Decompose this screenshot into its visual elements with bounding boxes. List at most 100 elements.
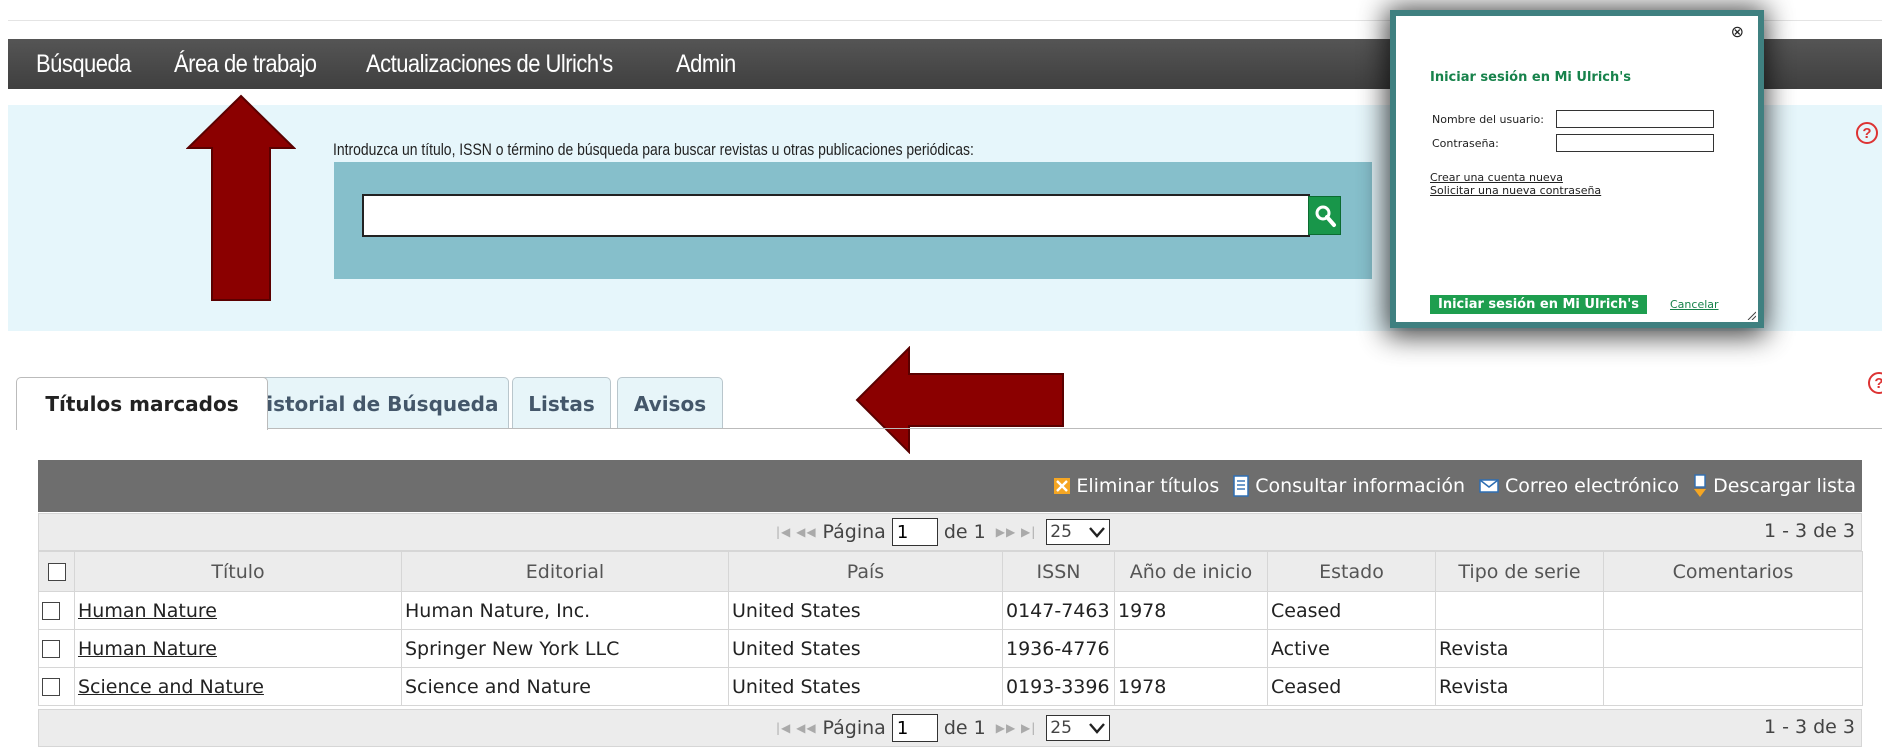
chevron-down-icon [1089,527,1106,538]
results-count: 1 - 3 de 3 [1763,716,1855,738]
login-submit-button[interactable]: Iniciar sesión en Mi Ulrich's [1430,295,1647,314]
help-icon[interactable]: ? [1856,122,1878,144]
nav-item-busqueda[interactable]: Búsqueda [36,50,131,79]
select-all-checkbox[interactable] [47,563,66,581]
publisher-cell: Human Nature, Inc. [401,591,729,630]
row-checkbox[interactable] [42,640,60,658]
column-header-titulo[interactable]: Título [74,551,402,592]
delete-icon [1054,477,1071,495]
username-field[interactable] [1556,110,1714,128]
create-account-link[interactable]: Crear una cuenta nueva [1430,171,1563,184]
column-header-ano-de-inicio[interactable]: Año de inicio [1114,551,1268,592]
per-page-select[interactable]: 25 [1046,715,1111,741]
page-input[interactable] [891,518,938,546]
title-link[interactable]: Science and Nature [78,676,264,698]
comments-cell [1603,629,1863,668]
last-page-icon[interactable]: ▶▶ ▶| [996,525,1037,539]
column-header-tipo-de-serie[interactable]: Tipo de serie [1435,551,1604,592]
delete-titles-button[interactable]: Eliminar títulos [1054,475,1219,497]
pager-bottom: |◀ ◀◀ Página de 1 ▶▶ ▶| 25 1 - 3 de 3 [38,709,1862,747]
search-icon [1315,205,1336,227]
download-list-button[interactable]: Descargar lista [1693,474,1856,498]
start-year-cell: 1978 [1114,667,1268,706]
series-type-cell [1435,591,1604,630]
nav-item-area-de-trabajo[interactable]: Área de trabajo [174,50,317,79]
issn-cell: 1936-4776 [1002,629,1115,668]
envelope-icon [1479,478,1499,494]
tabs-underline [16,428,1882,429]
download-list-label: Descargar lista [1713,475,1856,497]
comments-cell [1603,667,1863,706]
column-header-editorial[interactable]: Editorial [401,551,729,592]
password-field[interactable] [1556,134,1714,152]
comments-cell [1603,591,1863,630]
table-row: Science and Nature Science and Nature Un… [38,667,1863,706]
country-cell: United States [728,667,1003,706]
row-select-cell [38,591,75,630]
email-label: Correo electrónico [1505,475,1680,497]
column-header-issn[interactable]: ISSN [1002,551,1115,592]
close-icon[interactable]: ⊗ [1731,22,1744,41]
tab-avisos[interactable]: Avisos [617,377,723,429]
title-link[interactable]: Human Nature [78,638,217,660]
password-row: Contraseña: [1432,134,1714,152]
delete-titles-label: Eliminar títulos [1076,475,1220,497]
table-row: Human Nature Human Nature, Inc. United S… [38,591,1863,630]
last-page-icon[interactable]: ▶▶ ▶| [996,721,1037,735]
page-input[interactable] [891,714,938,742]
row-select-cell [38,629,75,668]
select-all-cell [38,551,75,592]
publisher-cell: Springer New York LLC [401,629,729,668]
pager-top: |◀ ◀◀ Página de 1 ▶▶ ▶| 25 1 - 3 de 3 [38,513,1862,551]
search-button[interactable] [1308,196,1341,235]
resize-handle-icon[interactable] [1746,310,1756,320]
per-page-select[interactable]: 25 [1046,519,1111,545]
row-select-cell [38,667,75,706]
status-cell: Active [1267,629,1436,668]
help-icon-tabs[interactable]: ? [1868,372,1882,394]
email-button[interactable]: Correo electrónico [1479,475,1679,497]
status-cell: Ceased [1267,591,1436,630]
country-cell: United States [728,629,1003,668]
download-icon [1693,474,1707,498]
issn-cell: 0147-7463 [1002,591,1115,630]
first-page-icon[interactable]: |◀ ◀◀ [776,525,817,539]
annotation-arrow-up [186,94,296,301]
start-year-cell: 1978 [1114,591,1268,630]
results-table: Título Editorial País ISSN Año de inicio… [38,551,1863,706]
country-cell: United States [728,591,1003,630]
title-cell: Science and Nature [74,667,402,706]
row-checkbox[interactable] [42,602,60,620]
nav-item-actualizaciones[interactable]: Actualizaciones de Ulrich's [366,50,613,79]
cancel-link[interactable]: Cancelar [1670,298,1719,311]
view-info-label: Consultar información [1255,475,1466,497]
start-year-cell [1114,629,1268,668]
new-password-link[interactable]: Solicitar una nueva contraseña [1430,184,1601,197]
login-title: Iniciar sesión en Mi Ulrich's [1430,70,1631,85]
username-label: Nombre del usuario: [1432,112,1544,126]
nav-item-admin[interactable]: Admin [676,50,736,79]
page-of-label: de 1 [943,717,986,739]
search-label: Introduzca un título, ISSN o término de … [333,140,974,159]
per-page-value: 25 [1050,522,1072,542]
row-checkbox[interactable] [42,678,60,696]
title-cell: Human Nature [74,629,402,668]
document-icon [1233,475,1249,497]
tab-titulos-marcados[interactable]: Títulos marcados [16,377,268,430]
series-type-cell: Revista [1435,667,1604,706]
column-header-pais[interactable]: País [728,551,1003,592]
per-page-value: 25 [1050,718,1072,738]
login-dialog: ⊗ Iniciar sesión en Mi Ulrich's Nombre d… [1390,10,1764,328]
column-header-estado[interactable]: Estado [1267,551,1436,592]
page-of-label: de 1 [943,521,986,543]
first-page-icon[interactable]: |◀ ◀◀ [776,721,817,735]
tab-historial-de-busqueda[interactable]: Historial de Búsqueda [239,377,509,429]
search-input[interactable] [362,194,1310,237]
tab-listas[interactable]: Listas [512,377,611,429]
issn-cell: 0193-3396 [1002,667,1115,706]
title-link[interactable]: Human Nature [78,600,217,622]
view-info-button[interactable]: Consultar información [1233,475,1465,497]
annotation-arrow-left [855,346,1064,454]
chevron-down-icon [1089,723,1106,734]
column-header-comentarios[interactable]: Comentarios [1603,551,1863,592]
